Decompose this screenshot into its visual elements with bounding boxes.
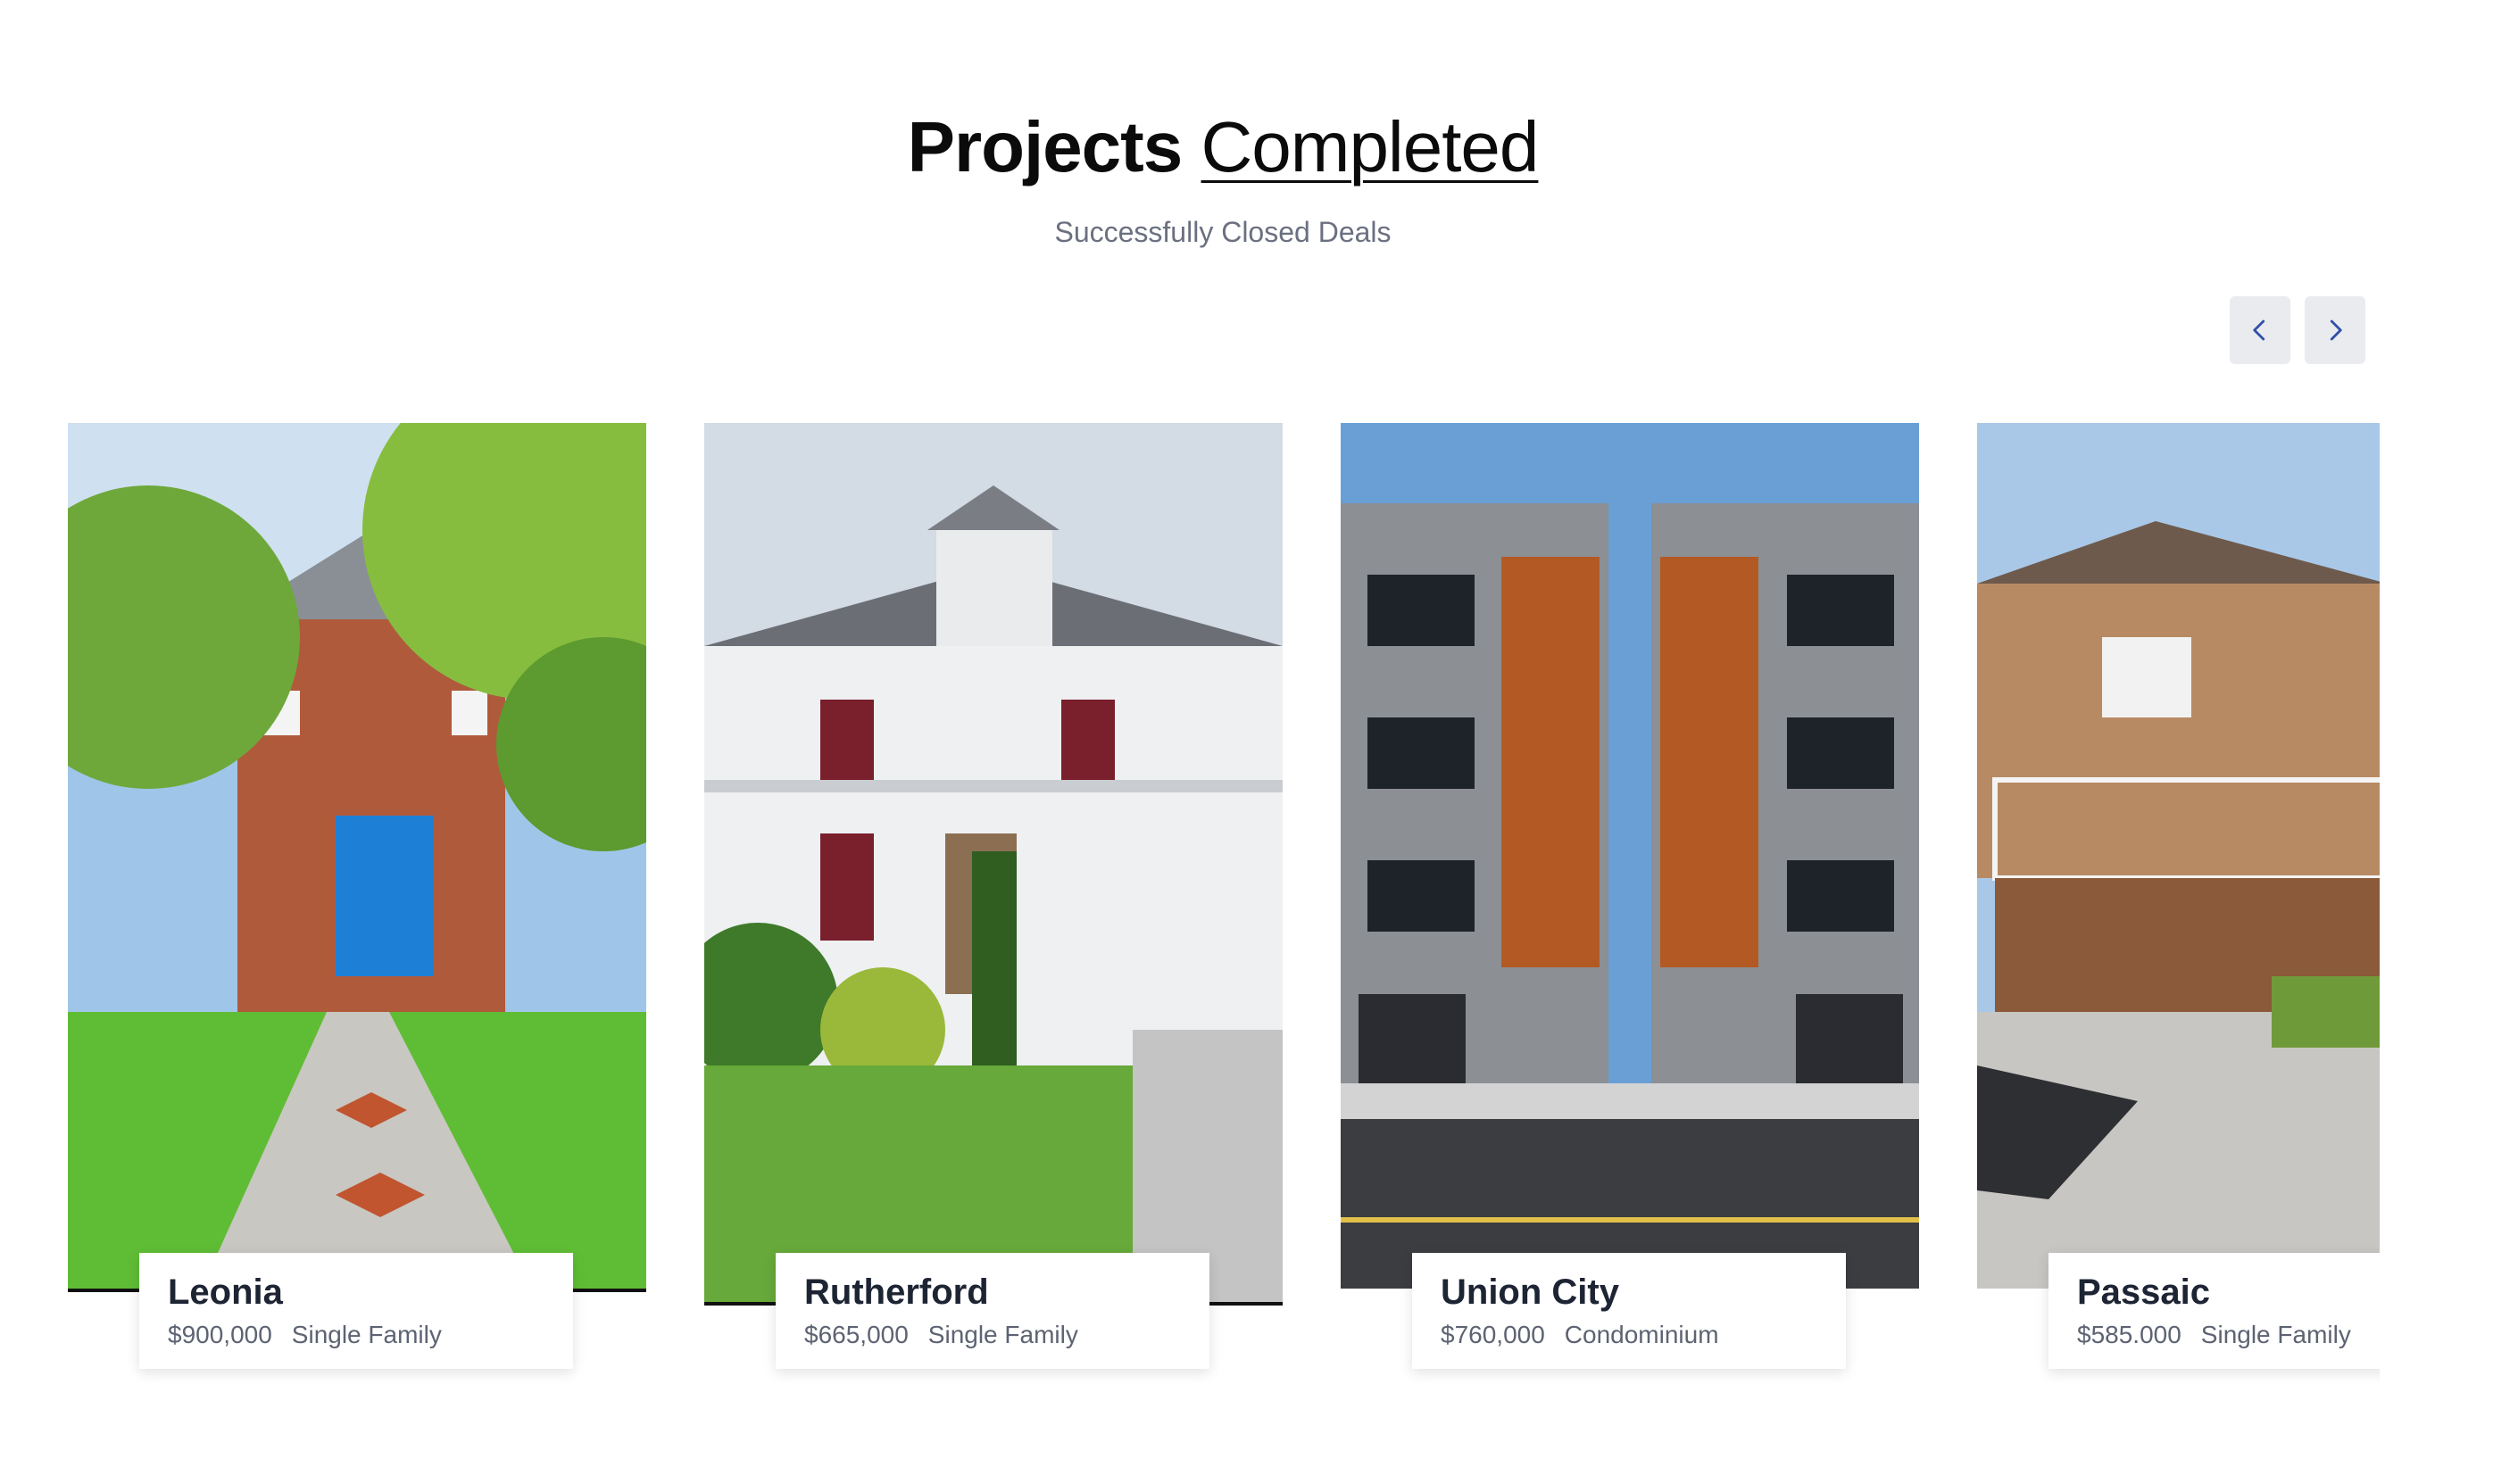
project-meta: $585.000 Single Family <box>2077 1321 2380 1349</box>
project-meta: $665,000 Single Family <box>804 1321 1181 1349</box>
project-meta: $900,000 Single Family <box>168 1321 544 1349</box>
project-type: Single Family <box>927 1321 1078 1348</box>
carousel-next-button[interactable] <box>2305 296 2365 364</box>
project-price: $900,000 <box>168 1321 272 1348</box>
project-card-union-city[interactable]: Union City $760,000 Condominium <box>1341 423 1919 1369</box>
title-bold: Projects <box>907 107 1184 187</box>
project-name: Rutherford <box>804 1273 989 1312</box>
title-underlined: Completed <box>1201 107 1540 187</box>
page-title: Projects Completed <box>0 98 2446 196</box>
project-info-passaic: Passaic $585.000 Single Family <box>2048 1253 2380 1369</box>
project-price: $760,000 <box>1441 1321 1545 1348</box>
page-subtitle: Successfully Closed Deals <box>1054 216 1392 248</box>
project-type: Single Family <box>2200 1321 2351 1348</box>
project-card-rutherford[interactable]: Rutherford $665,000 Single Family <box>704 423 1283 1369</box>
carousel-prev-button[interactable] <box>2230 296 2290 364</box>
project-photo-union-city <box>1341 423 1919 1289</box>
project-type: Condominium <box>1564 1321 1719 1348</box>
project-info-rutherford: Rutherford $665,000 Single Family <box>776 1253 1209 1369</box>
project-photo-leonia <box>68 423 646 1292</box>
projects-carousel[interactable]: Leonia $900,000 Single Family Rutherford… <box>68 423 2380 1405</box>
section-header: Projects Completed Successfully Closed D… <box>0 98 2446 249</box>
project-info-leonia: Leonia $900,000 Single Family <box>139 1253 573 1369</box>
project-name: Union City <box>1441 1273 1619 1312</box>
project-price: $665,000 <box>804 1321 909 1348</box>
project-card-passaic[interactable]: Passaic $585.000 Single Family <box>1977 423 2380 1369</box>
project-photo-passaic <box>1977 423 2380 1289</box>
project-info-union-city: Union City $760,000 Condominium <box>1412 1253 1846 1369</box>
chevron-left-icon <box>2253 319 2265 341</box>
project-card-leonia[interactable]: Leonia $900,000 Single Family <box>68 423 646 1369</box>
project-name: Passaic <box>2077 1273 2211 1312</box>
project-name: Leonia <box>168 1273 283 1312</box>
project-type: Single Family <box>291 1321 442 1348</box>
project-price: $585.000 <box>2077 1321 2181 1348</box>
chevron-right-icon <box>2330 319 2342 341</box>
project-meta: $760,000 Condominium <box>1441 1321 1817 1349</box>
project-photo-rutherford <box>704 423 1283 1306</box>
